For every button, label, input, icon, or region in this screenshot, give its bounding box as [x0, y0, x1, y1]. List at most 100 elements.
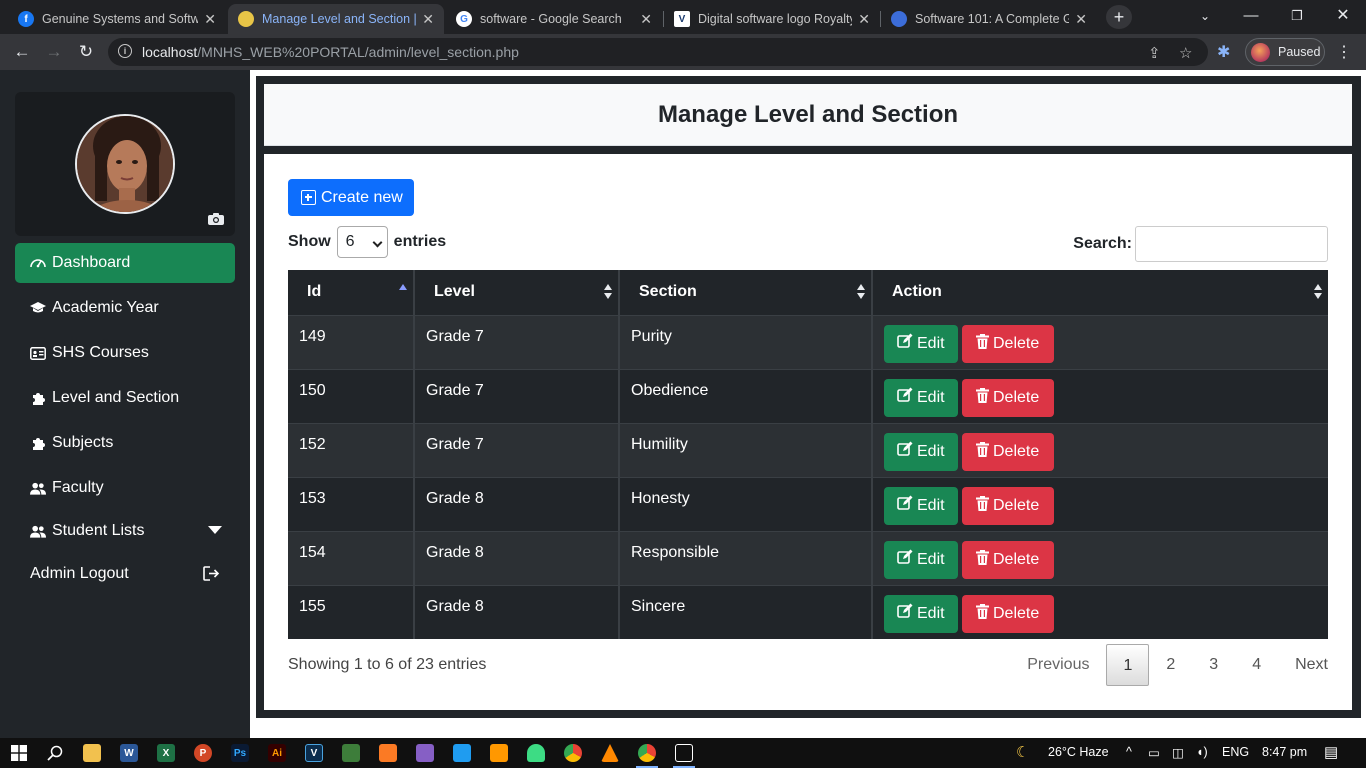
sidebar-item-admin-logout[interactable]: Admin Logout [15, 554, 235, 594]
browser-tab[interactable]: f Genuine Systems and Softwa ✕ [8, 4, 226, 34]
powerpoint-icon[interactable]: P [194, 744, 212, 762]
delete-button[interactable]: Delete [962, 324, 1054, 363]
column-header-id[interactable]: Id [288, 270, 415, 315]
restore-button[interactable]: ❐ [1274, 0, 1320, 34]
tab-search-icon[interactable]: ⌄ [1182, 0, 1228, 34]
address-bar[interactable]: i localhost/MNHS_WEB%20PORTAL/admin/leve… [108, 38, 1208, 66]
delete-button[interactable]: Delete [962, 378, 1054, 417]
camera-icon[interactable] [208, 213, 224, 225]
edit-button[interactable]: Edit [884, 324, 958, 363]
windows-start-icon[interactable] [10, 744, 28, 762]
search-input[interactable] [1135, 226, 1328, 262]
delete-button[interactable]: Delete [962, 594, 1054, 633]
cell-id: 152 [288, 422, 415, 477]
delete-button[interactable]: Delete [962, 540, 1054, 579]
table-header-row: Id Level Section Action [288, 270, 1328, 315]
browser-tab[interactable]: Software 101: A Complete Gu ✕ [881, 4, 1097, 34]
bookmark-star-icon[interactable]: ☆ [1179, 44, 1192, 62]
browser-tab[interactable]: G software - Google Search ✕ [446, 4, 662, 34]
pagination-page[interactable]: 2 [1149, 644, 1192, 686]
search-icon[interactable] [46, 744, 64, 762]
browser-tab[interactable]: V Digital software logo Royalty ✕ [664, 4, 880, 34]
cell-id: 153 [288, 476, 415, 531]
extensions-puzzle-icon[interactable]: ✱ [1217, 42, 1230, 62]
pagination-page[interactable]: 1 [1106, 644, 1150, 686]
edit-button[interactable]: Edit [884, 540, 958, 579]
pagination-previous[interactable]: Previous [1019, 644, 1106, 686]
tray-chevron-icon[interactable]: ^ [1126, 745, 1132, 759]
close-tab-icon[interactable]: ✕ [1075, 11, 1087, 28]
photos-icon[interactable] [675, 744, 693, 762]
column-header-level[interactable]: Level [414, 270, 620, 315]
close-window-button[interactable]: ✕ [1320, 0, 1366, 34]
info-icon[interactable]: i [118, 44, 132, 58]
edit-button[interactable]: Edit [884, 594, 958, 633]
photoshop-icon[interactable]: Ps [231, 744, 249, 762]
share-icon[interactable]: ⇪ [1148, 44, 1161, 62]
page-size-select[interactable]: 6 [336, 226, 388, 258]
delete-button[interactable]: Delete [962, 432, 1054, 471]
delete-button[interactable]: Delete [962, 486, 1054, 525]
chrome-active-icon[interactable] [638, 744, 656, 762]
edit-icon [897, 549, 917, 570]
visual-studio-icon[interactable] [416, 744, 434, 762]
excel-icon[interactable]: X [157, 744, 175, 762]
vlc-icon[interactable] [601, 744, 619, 762]
sidebar-item-dashboard[interactable]: Dashboard [15, 243, 235, 283]
close-tab-icon[interactable]: ✕ [422, 11, 434, 28]
close-tab-icon[interactable]: ✕ [858, 11, 870, 28]
minimize-button[interactable]: — [1228, 0, 1274, 34]
edit-button[interactable]: Edit [884, 432, 958, 471]
back-button[interactable]: ← [10, 40, 34, 64]
sort-ascending-icon [399, 284, 407, 300]
url-text[interactable]: localhost/MNHS_WEB%20PORTAL/admin/level_… [142, 44, 519, 60]
browser-menu-icon[interactable]: ⋮ [1336, 42, 1352, 62]
close-tab-icon[interactable]: ✕ [640, 11, 652, 28]
avatar[interactable] [75, 114, 175, 214]
notification-icon[interactable]: ▤ [1324, 743, 1338, 761]
close-tab-icon[interactable]: ✕ [204, 11, 216, 28]
xampp-icon[interactable] [379, 744, 397, 762]
forward-button[interactable]: → [42, 40, 66, 64]
table-row: 155 Grade 8 Sincere Edit Delete [288, 584, 1328, 639]
weather-text[interactable]: 26°C Haze [1048, 745, 1109, 759]
vectr-icon[interactable]: V [305, 744, 323, 762]
column-header-section[interactable]: Section [619, 270, 873, 315]
sublime-icon[interactable] [490, 744, 508, 762]
pagination-page[interactable]: 3 [1192, 644, 1235, 686]
sidebar-item-subjects[interactable]: Subjects [15, 423, 235, 463]
clock[interactable]: 8:47 pm [1262, 745, 1307, 759]
android-studio-icon[interactable] [527, 744, 545, 762]
illustrator-icon[interactable]: Ai [268, 744, 286, 762]
reload-button[interactable]: ↻ [74, 40, 98, 64]
battery-icon[interactable]: ▭ [1148, 745, 1160, 760]
pagination: Previous 1 2 3 4 Next [1019, 644, 1328, 686]
app-icon[interactable] [342, 744, 360, 762]
word-icon[interactable]: W [120, 744, 138, 762]
edit-button[interactable]: Edit [884, 486, 958, 525]
network-icon[interactable]: ◫ [1172, 745, 1184, 760]
pagination-next[interactable]: Next [1278, 644, 1328, 686]
chevron-down-icon [208, 526, 222, 534]
create-new-button[interactable]: Create new [288, 179, 414, 216]
volume-icon[interactable]: ◖) [1196, 745, 1208, 759]
language-indicator[interactable]: ENG [1222, 745, 1249, 759]
weather-icon[interactable]: ☾ [1016, 743, 1029, 761]
sidebar-item-shs-courses[interactable]: SHS Courses [15, 333, 235, 373]
column-header-action[interactable]: Action [872, 270, 1328, 315]
sidebar-item-student-lists[interactable]: Student Lists [15, 511, 235, 551]
sidebar-item-level-and-section[interactable]: Level and Section [15, 378, 235, 418]
edit-button[interactable]: Edit [884, 378, 958, 417]
chrome-icon[interactable] [564, 744, 582, 762]
table-search: Search: [1073, 226, 1328, 262]
pagination-page[interactable]: 4 [1235, 644, 1278, 686]
vscode-icon[interactable] [453, 744, 471, 762]
file-explorer-icon[interactable] [83, 744, 101, 762]
new-tab-button[interactable]: + [1106, 5, 1132, 29]
sidebar-item-academic-year[interactable]: Academic Year [15, 288, 235, 328]
profile-button[interactable]: Paused [1245, 38, 1325, 66]
google-icon: G [456, 11, 472, 27]
sidebar-item-faculty[interactable]: Faculty [15, 468, 235, 508]
browser-tab-active[interactable]: Manage Level and Section | M ✕ [228, 4, 444, 34]
page-header: Manage Level and Section [264, 84, 1352, 146]
